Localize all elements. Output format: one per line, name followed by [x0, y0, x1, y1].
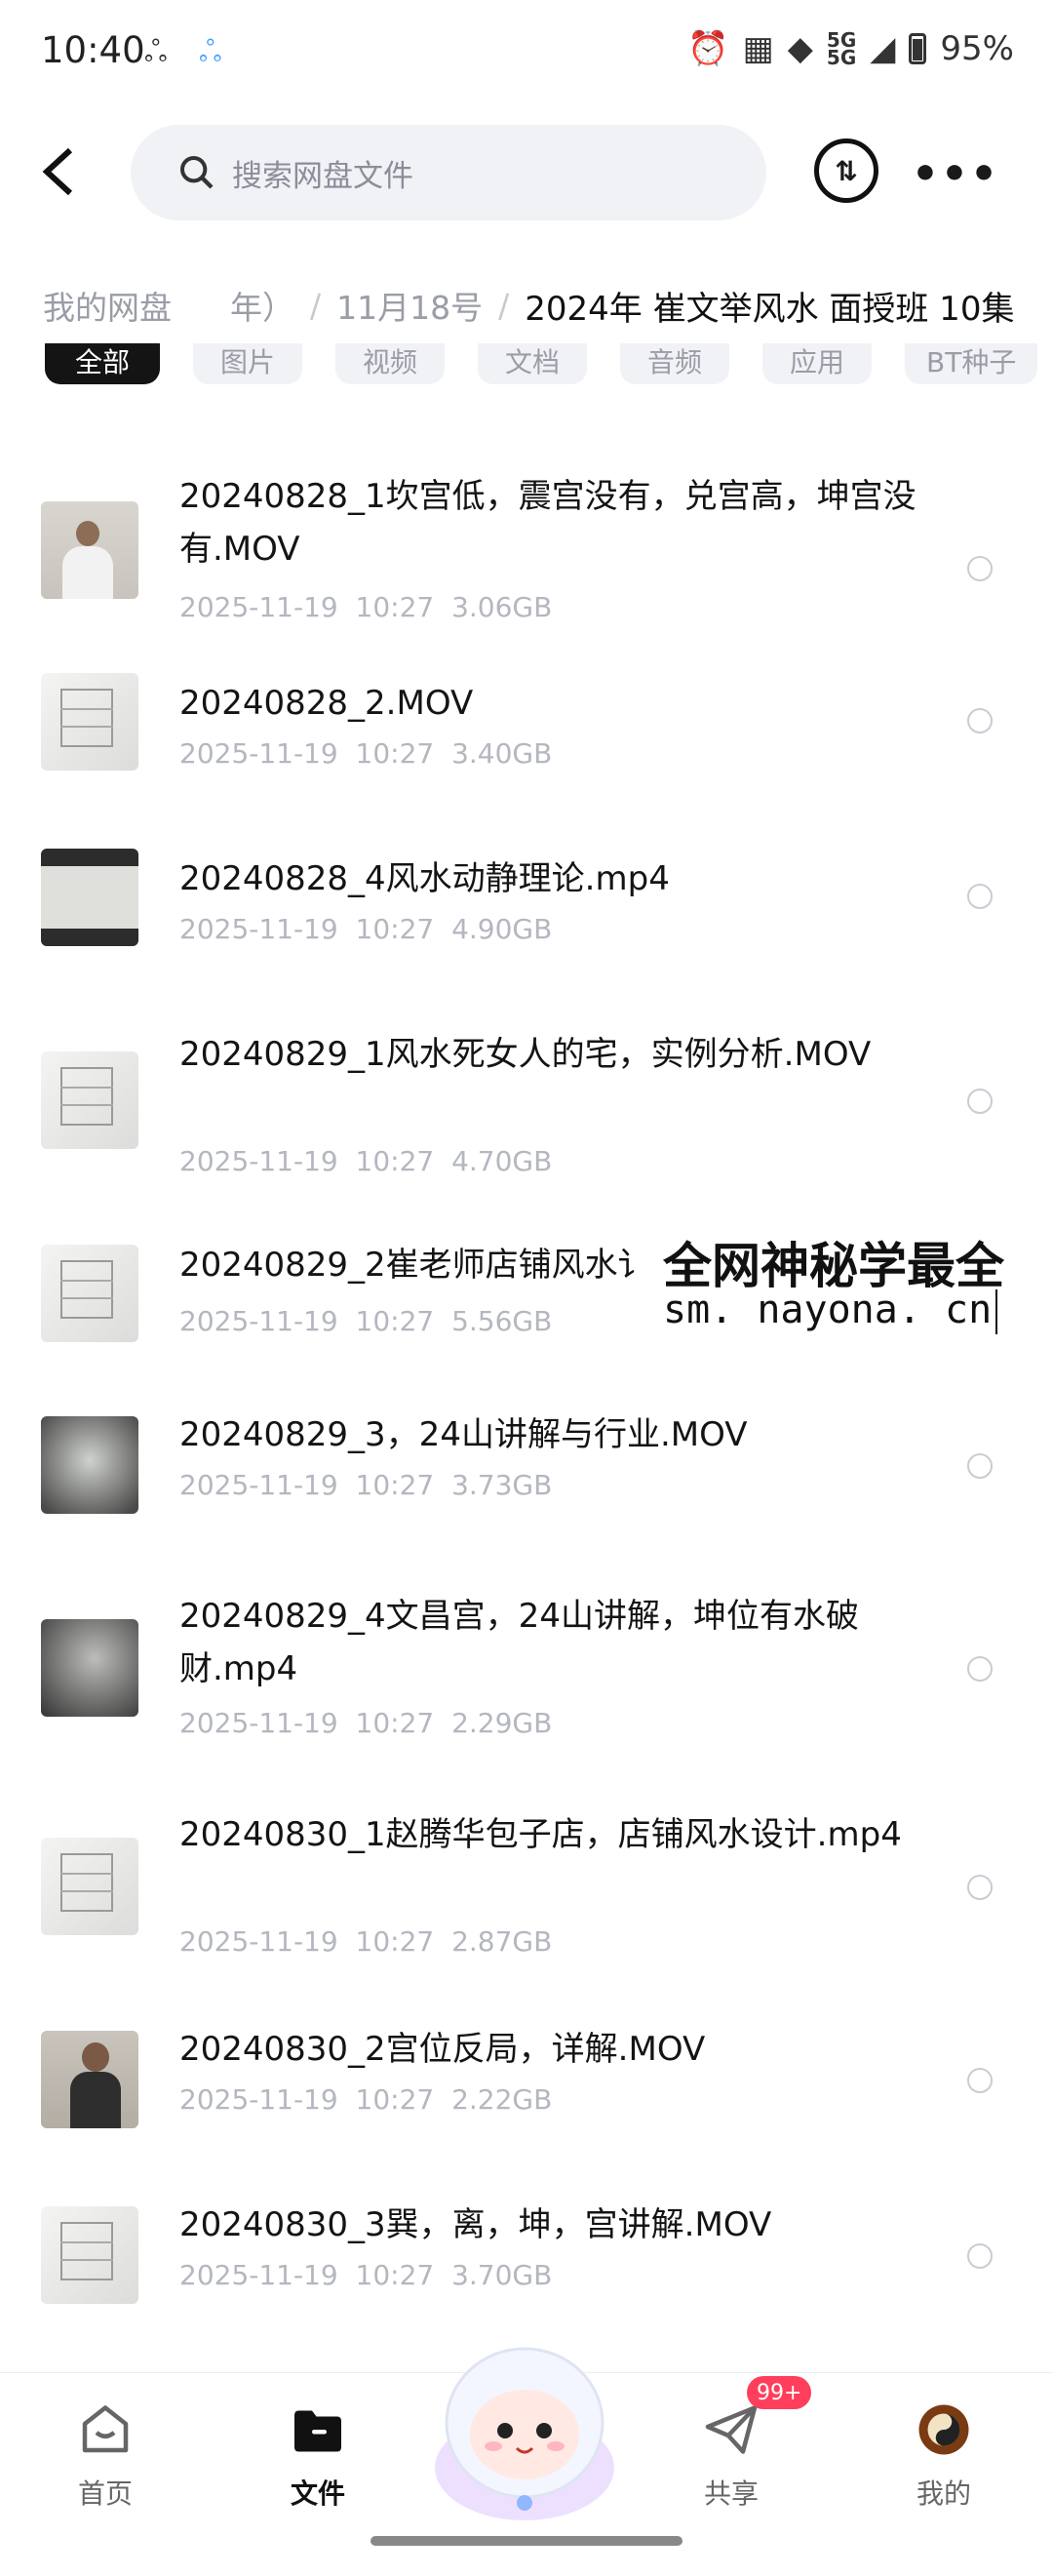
- video-thumbnail: [41, 1838, 138, 1935]
- filter-docs[interactable]: 文档: [478, 343, 587, 384]
- select-checkbox[interactable]: [967, 556, 993, 581]
- file-name: 20240830_2宫位反局，详解.MOV: [179, 2030, 706, 2069]
- video-thumbnail: [41, 1619, 138, 1717]
- watermark-url: sm. nayona. cn: [659, 1288, 1002, 1334]
- yin-yang-avatar-icon: [915, 2400, 973, 2459]
- file-name: 20240829_1风水死女人的宅，实例分析.MOV: [179, 1035, 872, 1074]
- breadcrumb-root[interactable]: 我的网盘: [0, 282, 172, 329]
- video-thumbnail: [41, 1416, 138, 1514]
- breadcrumb-partial[interactable]: 年）: [230, 282, 294, 329]
- select-checkbox[interactable]: [967, 1453, 993, 1479]
- assistant-mascot-button[interactable]: [427, 2321, 622, 2526]
- file-meta: 2025-11-19 10:27 3.06GB: [179, 591, 553, 623]
- file-meta: 2025-11-19 10:27 3.70GB: [179, 2259, 553, 2291]
- tab-share[interactable]: 共享: [663, 2400, 800, 2537]
- battery-icon: [909, 33, 927, 64]
- tab-files-label: 文件: [290, 2477, 345, 2510]
- notification-badge: 99+: [747, 2376, 812, 2409]
- more-button[interactable]: •••: [912, 144, 997, 203]
- more-dots-icon: •••: [911, 148, 1000, 199]
- home-indicator[interactable]: [370, 2536, 682, 2546]
- video-thumbnail: [41, 849, 138, 946]
- home-icon: [76, 2400, 135, 2459]
- filter-videos[interactable]: 视频: [335, 343, 445, 384]
- file-meta: 2025-11-19 10:27 2.22GB: [179, 2083, 553, 2116]
- file-meta: 2025-11-19 10:27 4.90GB: [179, 913, 553, 945]
- file-name: 20240829_4文昌宫，24山讲解，坤位有水破财.mp4: [179, 1597, 859, 1688]
- network-type: 5G 5G: [826, 28, 857, 69]
- select-checkbox[interactable]: [967, 1875, 993, 1900]
- filter-all[interactable]: 全部: [45, 343, 160, 384]
- select-checkbox[interactable]: [967, 1656, 993, 1682]
- select-checkbox[interactable]: [967, 2243, 993, 2269]
- video-thumbnail: [41, 673, 138, 771]
- file-meta: 2025-11-19 10:27 3.73GB: [179, 1469, 553, 1501]
- tab-mine-label: 我的: [916, 2477, 971, 2510]
- cloud-app-icon: ஃ: [144, 35, 168, 69]
- alarm-icon: ⏰: [687, 29, 729, 68]
- tab-files[interactable]: 文件: [250, 2400, 386, 2537]
- transfer-list-button[interactable]: ⇅: [814, 139, 878, 203]
- file-meta: 2025-11-19 10:27 5.56GB: [179, 1305, 553, 1337]
- breadcrumb-folder[interactable]: 11月18号: [336, 282, 483, 329]
- filter-apps[interactable]: 应用: [762, 343, 872, 384]
- back-button[interactable]: [29, 142, 88, 201]
- filter-tabs: 全部 图片 视频 文档 音频 应用 BT种子: [0, 343, 1053, 402]
- status-bar: 10:40 ஃ ஃ ⏰ ▦ ◆ 5G 5G ◢ 95%: [0, 0, 1053, 109]
- status-icons: ⏰ ▦ ◆ 5G 5G ◢ 95%: [687, 29, 1014, 68]
- file-name: 20240828_4风水动静理论.mp4: [179, 859, 670, 898]
- search-input[interactable]: 搜索网盘文件: [131, 125, 766, 220]
- video-thumbnail: [41, 2031, 138, 2128]
- search-icon: [180, 156, 214, 189]
- breadcrumb-separator: /: [498, 286, 510, 325]
- breadcrumb-separator: /: [310, 286, 322, 325]
- file-meta: 2025-11-19 10:27 4.70GB: [179, 1145, 553, 1177]
- select-checkbox[interactable]: [967, 2068, 993, 2093]
- select-checkbox[interactable]: [967, 884, 993, 909]
- baidu-cloud-icon: ஃ: [199, 35, 222, 69]
- battery-percent: 95%: [940, 29, 1014, 68]
- breadcrumb-current: 2024年 崔文举风水 面授班 10集: [525, 289, 1015, 329]
- tab-home[interactable]: 首页: [37, 2400, 174, 2537]
- folder-icon: [289, 2400, 347, 2459]
- file-name: 20240830_3巽，离，坤，宫讲解.MOV: [179, 2205, 772, 2244]
- video-thumbnail: [41, 501, 138, 599]
- filter-bt[interactable]: BT种子: [905, 343, 1038, 384]
- search-placeholder: 搜索网盘文件: [232, 158, 413, 194]
- select-checkbox[interactable]: [967, 708, 993, 733]
- file-meta: 2025-11-19 10:27 2.87GB: [179, 1925, 553, 1958]
- select-checkbox[interactable]: [967, 1089, 993, 1114]
- video-thumbnail: [41, 1245, 138, 1342]
- filter-images[interactable]: 图片: [193, 343, 302, 384]
- breadcrumb: 我的网盘 年） / 11月18号 / 2024年 崔文举风水 面授班 10集: [0, 261, 1053, 349]
- file-meta: 2025-11-19 10:27 3.40GB: [179, 737, 553, 770]
- signal-icon: ◢: [870, 29, 896, 68]
- top-nav: 搜索网盘文件 ⇅ •••: [0, 115, 1053, 232]
- send-icon: [702, 2400, 760, 2459]
- file-meta: 2025-11-19 10:27 2.29GB: [179, 1707, 553, 1739]
- nfc-icon: ▦: [742, 29, 774, 68]
- filter-audio[interactable]: 音频: [620, 343, 729, 384]
- tab-mine[interactable]: 我的: [876, 2400, 1012, 2537]
- tab-share-label: 共享: [703, 2477, 759, 2510]
- video-thumbnail: [41, 2206, 138, 2304]
- status-time: 10:40: [41, 29, 145, 71]
- wifi-icon: ◆: [787, 29, 813, 68]
- video-thumbnail: [41, 1051, 138, 1149]
- chevron-left-icon: [42, 147, 73, 196]
- file-name: 20240828_2.MOV: [179, 684, 474, 723]
- file-name: 20240828_1坎宫低，震宫没有，兑宫高，坤宫没有.MOV: [179, 477, 916, 569]
- tab-home-label: 首页: [77, 2477, 133, 2510]
- transfer-icon: ⇅: [835, 154, 858, 187]
- file-name: 20240830_1赵腾华包子店，店铺风水设计.mp4: [179, 1815, 902, 1854]
- file-name: 20240829_3，24山讲解与行业.MOV: [179, 1415, 748, 1454]
